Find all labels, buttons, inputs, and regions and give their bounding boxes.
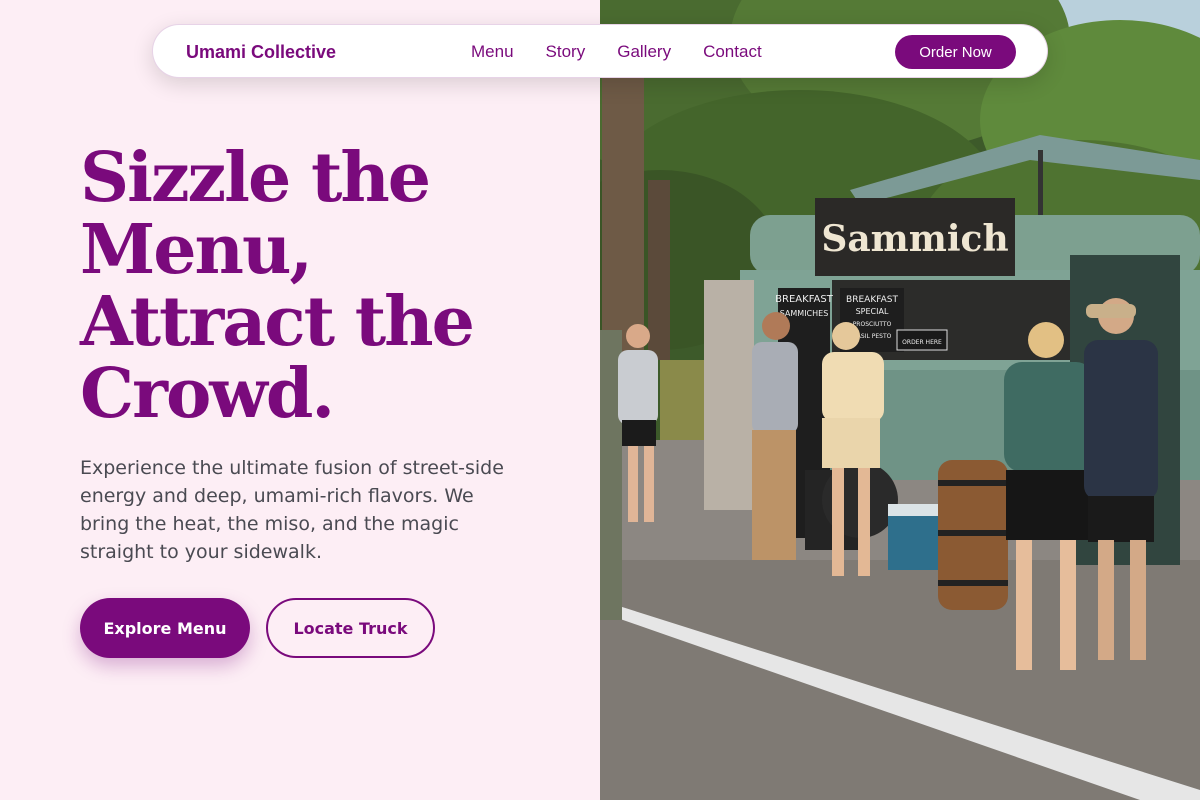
locate-truck-button[interactable]: Locate Truck (266, 598, 435, 658)
explore-menu-button[interactable]: Explore Menu (80, 598, 250, 658)
headline-line-2: Menu, (80, 210, 313, 290)
truck-sign-text: Sammich (821, 218, 1008, 260)
hero-headline: Sizzle the Menu, Attract the Crowd. (80, 142, 560, 430)
menu-board-1-line-2: SAMMICHES (780, 309, 829, 318)
hero-photo: Sammich BREAKFAST SAMMICHES BREAKFAST SP… (600, 0, 1200, 800)
nav-link-gallery[interactable]: Gallery (617, 42, 671, 62)
headline-line-1: Sizzle the (80, 138, 431, 218)
hero-description: Experience the ultimate fusion of street… (80, 457, 504, 563)
menu-board-2-line-2: SPECIAL (856, 307, 889, 316)
menu-board-1-line-1: BREAKFAST (775, 294, 834, 305)
nav-link-menu[interactable]: Menu (471, 42, 514, 62)
order-now-button[interactable]: Order Now (895, 35, 1016, 69)
headline-line-4: Crowd. (80, 354, 335, 434)
menu-board-2-line-1: BREAKFAST (846, 295, 898, 305)
nav-link-contact[interactable]: Contact (703, 42, 762, 62)
brand-logo[interactable]: Umami Collective (186, 25, 336, 79)
nav-links: Menu Story Gallery Contact (471, 25, 762, 79)
headline-line-3: Attract the (80, 282, 475, 362)
hero-section: Sizzle the Menu, Attract the Crowd. Expe… (0, 0, 600, 800)
top-navigation: Umami Collective Menu Story Gallery Cont… (152, 24, 1048, 78)
nav-link-story[interactable]: Story (546, 42, 586, 62)
order-here-sign: ORDER HERE (902, 339, 942, 346)
menu-board-2-line-3: PROSCIUTTO (853, 321, 892, 328)
